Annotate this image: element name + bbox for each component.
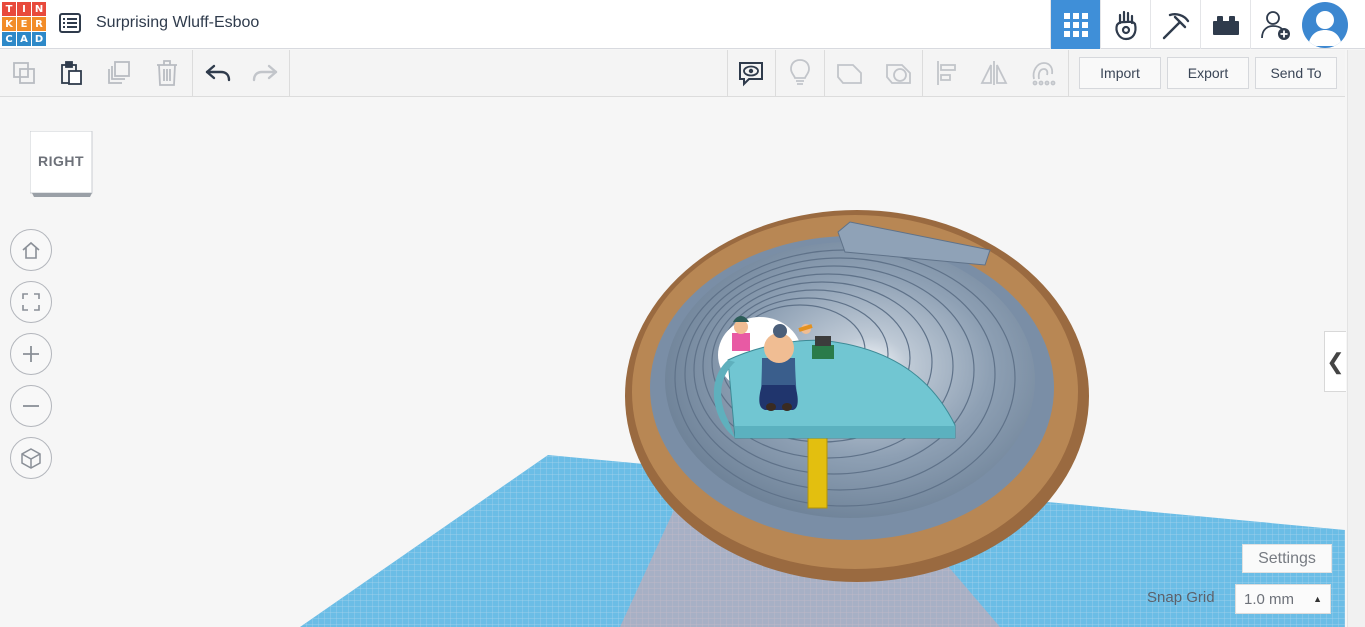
page-scrollbar[interactable]	[1347, 50, 1365, 627]
settings-button[interactable]: Settings	[1242, 544, 1332, 573]
home-icon	[22, 241, 40, 259]
trash-icon	[157, 60, 177, 86]
pickaxe-icon	[1162, 12, 1189, 39]
align-button[interactable]	[932, 58, 962, 88]
tinkercad-editor: T I N K E R C A D Surprising Wluff-Esboo	[0, 0, 1365, 627]
add-user-icon	[1260, 10, 1290, 40]
notes-button[interactable]	[736, 58, 766, 88]
duplicate-icon	[108, 61, 130, 84]
send-to-button[interactable]: Send To	[1255, 57, 1337, 89]
logo-letter: I	[17, 2, 31, 16]
import-button[interactable]: Import	[1079, 57, 1161, 89]
mirror-icon	[980, 61, 1008, 85]
snap-grid-label: Snap Grid	[1147, 589, 1215, 606]
3d-viewport[interactable]	[0, 98, 1345, 627]
zoom-in-button[interactable]	[10, 333, 52, 375]
fit-icon	[22, 293, 40, 311]
copy-icon	[13, 62, 35, 84]
copy-button[interactable]	[9, 58, 39, 88]
light-button[interactable]	[785, 58, 815, 88]
undo-button[interactable]	[203, 58, 233, 88]
paste-icon	[61, 61, 82, 85]
top-bar: T I N K E R C A D Surprising Wluff-Esboo	[0, 0, 1365, 49]
delete-button[interactable]	[152, 58, 182, 88]
hole-shape-icon	[886, 64, 911, 84]
plus-icon	[23, 346, 39, 362]
figure-pink[interactable]	[732, 316, 750, 351]
logo-letter: A	[17, 32, 31, 46]
align-icon	[937, 61, 956, 85]
home-view-button[interactable]	[10, 229, 52, 271]
paste-button[interactable]	[56, 58, 86, 88]
group-icon	[1032, 62, 1056, 86]
snap-grid-select[interactable]: 1.0 mm ▲	[1235, 584, 1331, 614]
redo-button[interactable]	[250, 58, 280, 88]
perspective-button[interactable]	[10, 437, 52, 479]
view-cube-label: RIGHT	[37, 153, 85, 169]
view-cube[interactable]: RIGHT	[29, 130, 93, 198]
logo-letter: D	[32, 32, 46, 46]
grid-icon	[1063, 12, 1088, 37]
bricks-view-button[interactable]	[1200, 0, 1250, 49]
tinkercad-logo[interactable]: T I N K E R C A D	[2, 2, 46, 46]
logo-letter: K	[2, 17, 16, 31]
group-button[interactable]	[1027, 58, 1057, 88]
figure-front[interactable]	[759, 333, 798, 411]
edit-toolbar: Import Export Send To	[0, 50, 1345, 97]
logo-letter: E	[17, 17, 31, 31]
hand-icon	[1114, 10, 1137, 40]
minus-icon	[23, 405, 39, 407]
invite-user-button[interactable]	[1250, 0, 1300, 49]
support-pole[interactable]	[807, 431, 828, 509]
logo-letter: T	[2, 2, 16, 16]
mirror-button[interactable]	[979, 58, 1009, 88]
logo-letter: R	[32, 17, 46, 31]
brick-icon	[1212, 15, 1239, 35]
chevron-up-icon: ▲	[1313, 594, 1322, 604]
logo-letter: N	[32, 2, 46, 16]
fit-view-button[interactable]	[10, 281, 52, 323]
solid-shape-icon	[837, 64, 862, 84]
logo-letter: C	[2, 32, 16, 46]
shapes-panel-toggle[interactable]: ❮	[1324, 331, 1346, 392]
solid-button[interactable]	[834, 58, 864, 88]
export-button[interactable]: Export	[1167, 57, 1249, 89]
redo-icon	[252, 64, 278, 82]
eye-bubble-icon	[739, 62, 763, 87]
hole-button[interactable]	[883, 58, 913, 88]
3d-design-view-button[interactable]	[1050, 0, 1100, 49]
lightbulb-icon	[790, 59, 810, 85]
list-icon[interactable]	[59, 13, 81, 33]
duplicate-button[interactable]	[104, 58, 134, 88]
minecraft-view-button[interactable]	[1150, 0, 1200, 49]
undo-icon	[205, 64, 231, 82]
figure-back[interactable]	[773, 324, 787, 338]
blocks-view-button[interactable]	[1100, 0, 1150, 49]
cube-icon	[21, 448, 41, 469]
project-title[interactable]: Surprising Wluff-Esboo	[96, 14, 259, 32]
user-avatar-icon[interactable]	[1302, 2, 1348, 48]
snap-grid-value: 1.0 mm	[1244, 590, 1295, 608]
zoom-out-button[interactable]	[10, 385, 52, 427]
